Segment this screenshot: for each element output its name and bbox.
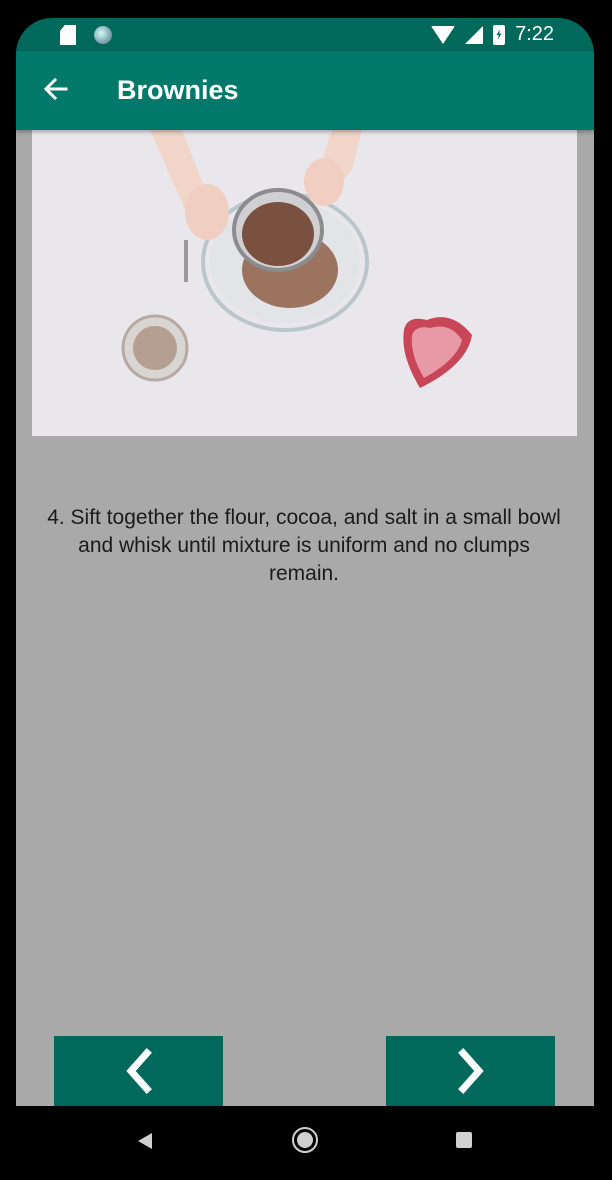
step-description: 4. Sift together the flour, cocoa, and s…	[47, 506, 561, 585]
step-photo-illustration	[32, 130, 577, 436]
phone-screen: 7:22 Brownies 4. Sift together the flour…	[16, 18, 594, 1174]
step-photo	[32, 130, 577, 436]
battery-charging-icon	[493, 24, 506, 45]
wifi-icon	[431, 25, 456, 44]
system-navigation-bar	[16, 1106, 594, 1174]
page-title: Brownies	[117, 75, 239, 105]
recents-square-icon[interactable]	[456, 1132, 472, 1148]
back-button[interactable]	[40, 73, 72, 105]
status-time: 7:22	[515, 23, 554, 45]
chevron-left-icon	[125, 1048, 152, 1094]
app-bar: Brownies	[16, 51, 594, 130]
notification-dot-icon	[94, 26, 112, 44]
sd-card-icon	[60, 25, 76, 45]
signal-icon	[465, 25, 484, 44]
step-content: 4. Sift together the flour, cocoa, and s…	[16, 130, 594, 1106]
chevron-right-icon	[457, 1048, 484, 1094]
previous-step-button[interactable]	[54, 1036, 223, 1106]
next-step-button[interactable]	[386, 1036, 555, 1106]
home-circle-icon[interactable]	[292, 1127, 318, 1153]
arrow-left-icon	[43, 77, 68, 101]
back-triangle-icon[interactable]	[138, 1133, 152, 1149]
status-bar: 7:22	[16, 18, 594, 51]
